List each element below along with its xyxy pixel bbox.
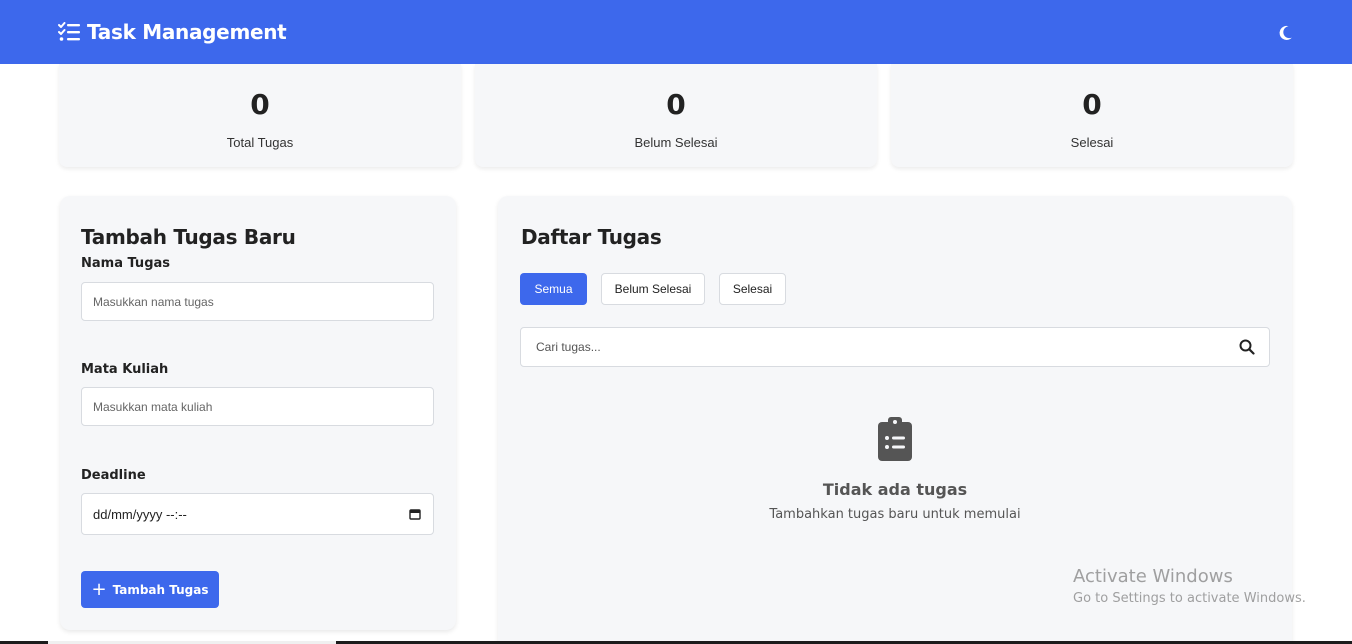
task-name-label: Nama Tugas — [81, 256, 171, 271]
calendar-icon[interactable] — [409, 508, 421, 520]
empty-state-title: Tidak ada tugas — [822, 480, 968, 499]
stat-card-done: 0 Selesai — [891, 64, 1293, 167]
filter-pending-button[interactable]: Belum Selesai — [601, 273, 705, 305]
stat-card-total: 0 Total Tugas — [59, 64, 461, 167]
stat-label: Selesai — [1070, 135, 1114, 150]
stat-value: 0 — [666, 88, 686, 121]
watermark-title: Activate Windows — [1073, 566, 1233, 587]
filter-all-button[interactable]: Semua — [520, 273, 587, 305]
task-name-input[interactable]: Masukkan nama tugas — [81, 282, 434, 321]
course-input[interactable]: Masukkan mata kuliah — [81, 387, 434, 426]
search-input[interactable]: Cari tugas... — [520, 327, 1270, 367]
moon-icon — [1279, 25, 1292, 40]
clipboard-list-icon — [878, 417, 912, 461]
deadline-value: dd/mm/yyyy --:-- — [93, 506, 187, 522]
watermark-subtitle: Go to Settings to activate Windows. — [1073, 591, 1306, 606]
plus-icon: + — [91, 578, 107, 600]
search-placeholder: Cari tugas... — [536, 340, 601, 354]
theme-toggle-button[interactable] — [1274, 22, 1296, 44]
stat-value: 0 — [1082, 88, 1102, 121]
stat-value: 0 — [250, 88, 270, 121]
form-title: Tambah Tugas Baru — [81, 225, 296, 249]
stat-label: Total Tugas — [226, 135, 294, 150]
stat-label: Belum Selesai — [634, 135, 718, 150]
deadline-input[interactable]: dd/mm/yyyy --:-- — [81, 493, 434, 535]
app-title: Task Management — [87, 20, 287, 44]
list-title: Daftar Tugas — [521, 225, 662, 249]
task-name-placeholder: Masukkan nama tugas — [93, 294, 214, 309]
course-placeholder: Masukkan mata kuliah — [93, 399, 213, 414]
filter-done-button[interactable]: Selesai — [719, 273, 786, 305]
tasks-icon — [58, 22, 80, 41]
deadline-label: Deadline — [81, 468, 146, 483]
empty-state-subtitle: Tambahkan tugas baru untuk memulai — [769, 507, 1021, 522]
search-icon[interactable] — [1239, 339, 1255, 355]
add-task-button[interactable]: + Tambah Tugas — [81, 571, 219, 608]
course-label: Mata Kuliah — [81, 362, 169, 377]
brand: Task Management — [58, 20, 287, 44]
add-task-label: Tambah Tugas — [112, 582, 209, 597]
top-navbar: Task Management — [0, 0, 1352, 64]
stat-card-pending: 0 Belum Selesai — [475, 64, 877, 167]
windows-activation-watermark: Activate Windows Go to Settings to activ… — [1073, 566, 1306, 606]
add-task-panel: Tambah Tugas Baru Nama Tugas Masukkan na… — [60, 196, 456, 630]
